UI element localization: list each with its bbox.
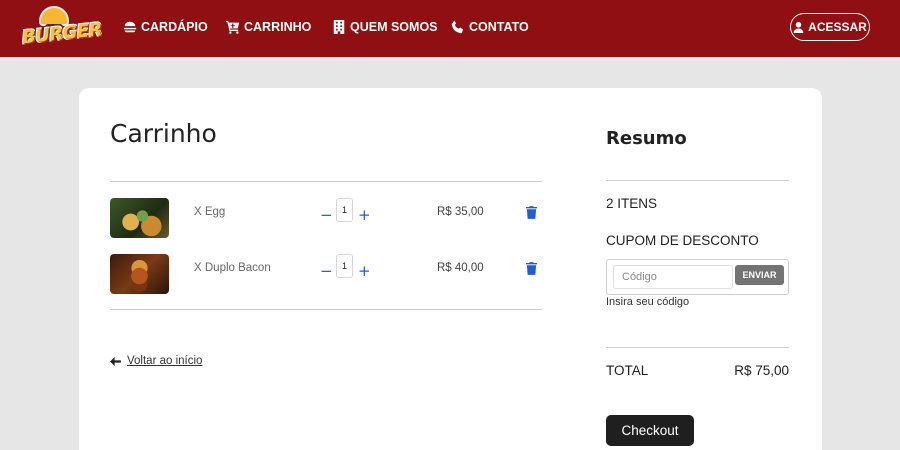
trash-icon <box>526 262 537 275</box>
nav-contato-label: CONTATO <box>469 20 529 34</box>
nav-quem-somos[interactable]: QUEM SOMOS <box>332 18 438 36</box>
user-icon <box>793 21 804 33</box>
cart-bottom-divider <box>110 309 542 310</box>
back-to-home-label: Voltar ao início <box>127 355 203 367</box>
trash-icon <box>526 206 537 219</box>
items-count: 2 ITENS <box>606 196 658 211</box>
item-price: R$ 35,00 <box>437 206 484 218</box>
nav-carrinho-label: CARRINHO <box>244 20 312 34</box>
building-icon <box>333 20 345 34</box>
quantity-input[interactable] <box>336 254 353 278</box>
acessar-label: ACESSAR <box>808 20 867 34</box>
logo-text: BURGER <box>21 19 103 49</box>
quantity-input[interactable] <box>336 198 353 222</box>
item-name: X Duplo Bacon <box>194 262 271 274</box>
coupon-submit-button[interactable]: ENVIAR <box>735 265 784 285</box>
nav-carrinho[interactable]: CARRINHO <box>226 18 311 36</box>
nav-cardapio-label: CARDÁPIO <box>141 20 208 34</box>
item-name: X Egg <box>194 206 226 218</box>
cart-item-x-egg: X Egg − + R$ 35,00 <box>110 198 542 242</box>
quantity-increase-button[interactable]: + <box>358 208 371 223</box>
coupon-label: CUPOM DE DESCONTO <box>606 233 759 248</box>
quantity-decrease-button[interactable]: − <box>320 264 333 279</box>
navbar: BURGER CARDÁPIO CARRINHO QUEM SOMOS CONT… <box>0 0 900 57</box>
total-label: TOTAL <box>606 363 649 378</box>
remove-item-button[interactable] <box>526 204 537 219</box>
checkout-button[interactable]: Checkout <box>606 415 694 446</box>
coupon-hint: Insira seu código <box>606 296 690 308</box>
nav-cardapio[interactable]: CARDÁPIO <box>123 18 208 36</box>
page-title: Carrinho <box>110 119 217 148</box>
cart-top-divider <box>110 181 542 182</box>
remove-item-button[interactable] <box>526 260 537 275</box>
acessar-button[interactable]: ACESSAR <box>790 13 870 41</box>
cart-icon <box>226 20 240 34</box>
cart-item-x-duplo-bacon: X Duplo Bacon − + R$ 40,00 <box>110 254 542 298</box>
quantity-decrease-button[interactable]: − <box>320 208 333 223</box>
burger-icon <box>123 21 137 33</box>
nav-contato[interactable]: CONTATO <box>451 18 529 36</box>
summary-bottom-divider <box>606 347 789 348</box>
summary-title: Resumo <box>606 128 687 149</box>
phone-icon <box>451 20 463 34</box>
total-value: R$ 75,00 <box>734 363 789 378</box>
coupon-code-input[interactable] <box>613 265 733 289</box>
burger-logo[interactable]: BURGER <box>21 4 103 52</box>
coupon-box: ENVIAR <box>606 259 789 295</box>
quantity-increase-button[interactable]: + <box>358 264 371 279</box>
nav-quem-somos-label: QUEM SOMOS <box>350 20 438 34</box>
arrow-left-icon <box>110 356 121 366</box>
summary-top-divider <box>606 180 789 181</box>
item-price: R$ 40,00 <box>437 262 484 274</box>
x-egg-burger-image <box>110 198 169 238</box>
x-duplo-bacon-burger-image <box>110 254 169 294</box>
back-to-home-link[interactable]: Voltar ao início <box>110 355 202 367</box>
